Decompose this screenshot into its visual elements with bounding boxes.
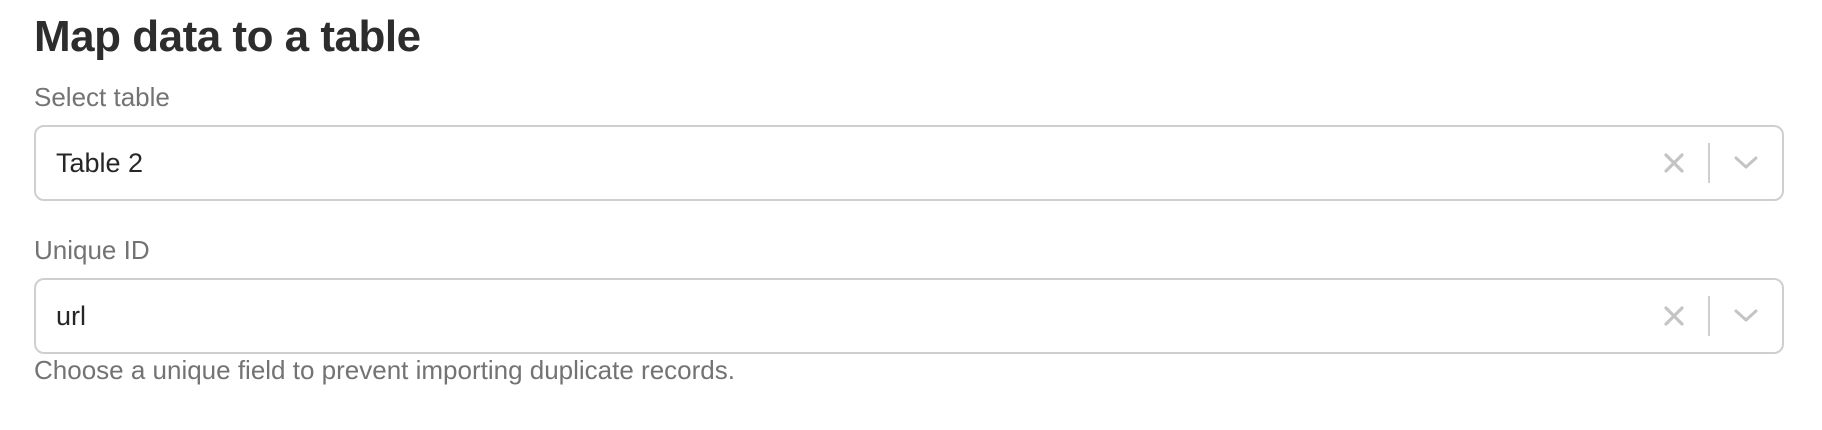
select-divider xyxy=(1708,143,1710,183)
chevron-down-icon xyxy=(1734,309,1758,322)
unique-id-hint: Choose a unique field to prevent importi… xyxy=(34,355,735,385)
close-icon xyxy=(1664,153,1684,173)
clear-unique-id-button[interactable] xyxy=(1656,298,1692,334)
close-icon xyxy=(1664,306,1684,326)
unique-id-dropdown[interactable]: url xyxy=(34,278,1784,354)
open-table-dropdown-button[interactable] xyxy=(1728,145,1764,181)
page-title: Map data to a table xyxy=(34,12,421,61)
select-table-dropdown[interactable]: Table 2 xyxy=(34,125,1784,201)
unique-id-label: Unique ID xyxy=(34,235,150,265)
unique-id-value: url xyxy=(56,301,87,331)
clear-table-button[interactable] xyxy=(1656,145,1692,181)
chevron-down-icon xyxy=(1734,156,1758,169)
open-unique-id-dropdown-button[interactable] xyxy=(1728,298,1764,334)
select-divider xyxy=(1708,296,1710,336)
select-table-value: Table 2 xyxy=(56,148,144,178)
select-table-label: Select table xyxy=(34,82,170,112)
